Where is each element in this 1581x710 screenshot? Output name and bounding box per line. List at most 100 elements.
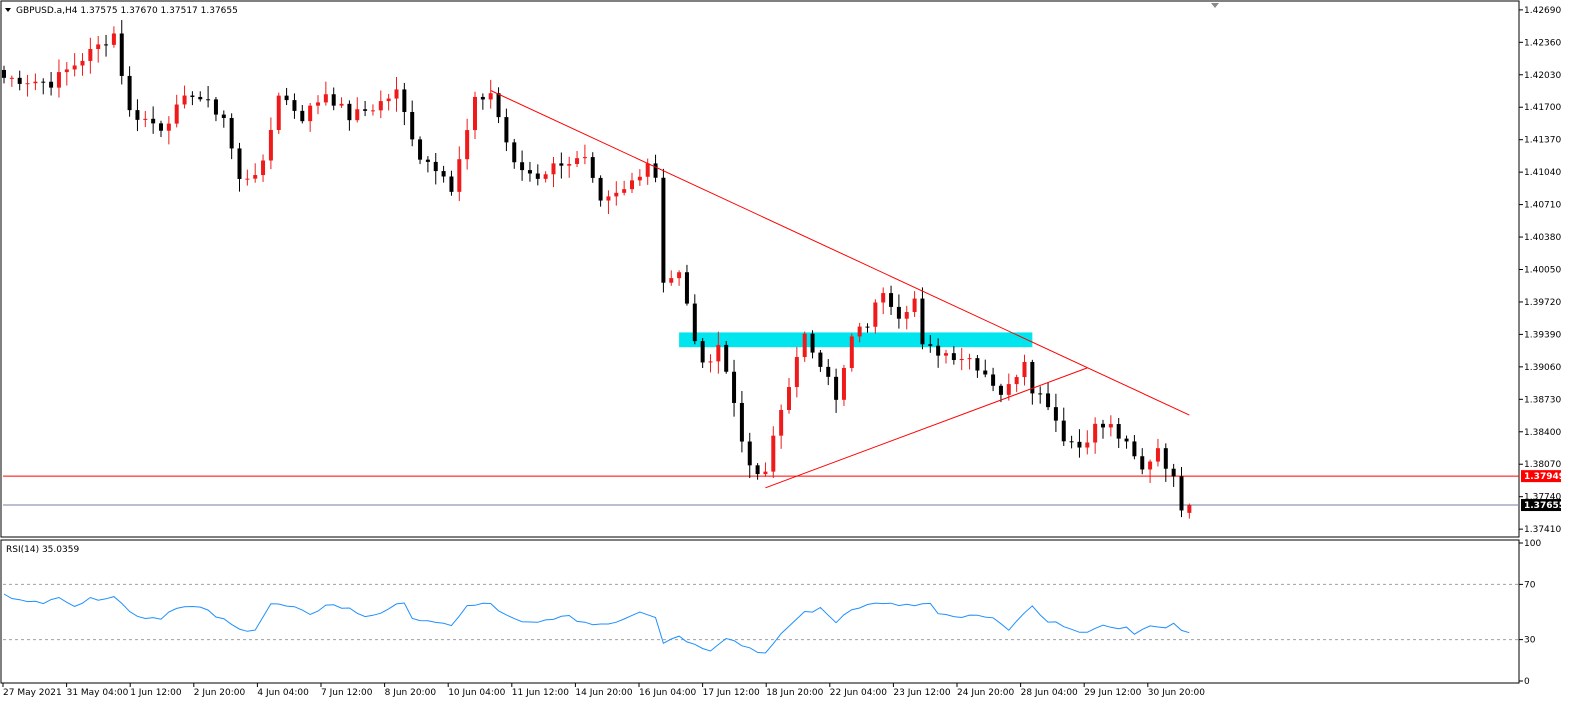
candle-body	[206, 99, 211, 101]
candle-body	[1171, 468, 1176, 477]
y-tick-label: 1.41040	[1524, 168, 1561, 178]
candle-body	[237, 148, 242, 179]
candle-body	[779, 410, 784, 436]
candle-body	[904, 312, 909, 319]
candle-body	[1014, 377, 1019, 385]
x-tick-label: 11 Jun 12:00	[512, 688, 569, 698]
candle-body	[1124, 438, 1129, 442]
candle-body	[72, 65, 77, 70]
candle-body	[771, 435, 776, 472]
candle-body	[802, 333, 807, 358]
candle-body	[425, 159, 430, 162]
y-tick-label: 1.38400	[1524, 428, 1561, 438]
candle-body	[480, 96, 485, 100]
candle-body	[378, 101, 383, 111]
y-tick-label: 1.42690	[1524, 6, 1561, 16]
candle-body	[17, 77, 22, 84]
candle-body	[56, 72, 61, 88]
candle-body	[873, 302, 878, 327]
candle-body	[732, 371, 737, 403]
x-tick-label: 7 Jun 12:00	[321, 688, 373, 698]
candle-body	[834, 376, 839, 400]
candle-body	[857, 326, 862, 337]
x-tick-label: 8 Jun 20:00	[385, 688, 437, 698]
candle-body	[127, 75, 132, 111]
candle-body	[41, 81, 46, 83]
candle-body	[606, 196, 611, 201]
y-tick-label: 1.40050	[1524, 266, 1561, 276]
candle-body	[1038, 393, 1043, 395]
candle-body	[559, 163, 564, 166]
candle-body	[331, 94, 336, 106]
candle-body	[104, 44, 109, 46]
candle-body	[520, 162, 525, 171]
candle-body	[1140, 456, 1145, 470]
candle-body	[80, 60, 85, 66]
x-tick-label: 23 Jun 12:00	[893, 688, 950, 698]
candle-body	[849, 336, 854, 368]
candle-body	[363, 109, 368, 111]
candle-body	[551, 163, 556, 175]
y-tick-label: 1.38730	[1524, 395, 1561, 405]
candle-body	[936, 345, 941, 356]
candle-body	[512, 142, 517, 163]
candle-body	[355, 109, 360, 121]
candle-body	[912, 298, 917, 313]
candle-body	[1179, 476, 1184, 511]
candle-body	[111, 33, 116, 45]
candle-body	[9, 77, 14, 79]
candle-body	[614, 192, 619, 197]
candle-body	[865, 326, 870, 328]
x-tick-label: 17 Jun 12:00	[703, 688, 760, 698]
candle-body	[496, 93, 501, 118]
candle-body	[135, 110, 140, 120]
x-tick-label: 2 Jun 20:00	[194, 688, 246, 698]
price-chart[interactable]: 100 70 30 0 1.42690 1.42360 1.42030 1.41700 1.4…	[0, 0, 1581, 710]
candle-body	[465, 130, 470, 160]
candle-body	[590, 157, 595, 178]
candle-body	[2, 69, 6, 78]
x-tick-label: 16 Jun 04:00	[639, 688, 696, 698]
level-price-tag: 1.37949	[1521, 470, 1565, 483]
rsi-y-tick-label: 100	[1524, 539, 1541, 549]
candle-body	[881, 293, 886, 303]
candle-body	[457, 159, 462, 192]
candle-body	[308, 105, 313, 122]
candle-body	[920, 298, 925, 345]
zone-rectangle[interactable]	[679, 332, 1033, 348]
y-tick-label: 1.39060	[1524, 363, 1561, 373]
candle-body	[33, 81, 38, 84]
candle-body	[49, 81, 54, 88]
candle-body	[692, 303, 697, 342]
candle-body	[261, 160, 266, 176]
candle-body	[739, 402, 744, 442]
candle-body	[755, 465, 760, 475]
x-tick-label: 24 Jun 20:00	[957, 688, 1014, 698]
candle-body	[88, 49, 93, 61]
candle-body	[119, 33, 124, 76]
candle-body	[826, 366, 831, 377]
candle-body	[630, 180, 634, 190]
candle-body	[221, 114, 226, 119]
candle-body	[598, 177, 603, 201]
candle-body	[1077, 441, 1082, 448]
candle-body	[25, 83, 30, 85]
candle-body	[316, 102, 320, 106]
support-resistance-zone[interactable]	[679, 332, 1033, 348]
candle-body	[166, 123, 171, 131]
candle-body	[575, 158, 580, 165]
x-tick-label: 14 Jun 20:00	[575, 688, 632, 698]
candle-body	[253, 175, 258, 179]
x-tick-label: 18 Jun 20:00	[766, 688, 823, 698]
rsi-y-tick-label: 0	[1524, 677, 1530, 687]
candle-body	[928, 344, 933, 346]
candle-body	[1006, 384, 1011, 395]
candle-body	[1132, 441, 1137, 457]
candle-body	[245, 178, 250, 180]
candle-body	[190, 95, 195, 97]
y-tick-label: 1.39720	[1524, 298, 1561, 308]
candle-body	[268, 129, 273, 161]
y-tick-label: 1.40380	[1524, 233, 1561, 243]
candle-body	[543, 174, 548, 179]
candle-body	[1116, 424, 1121, 439]
